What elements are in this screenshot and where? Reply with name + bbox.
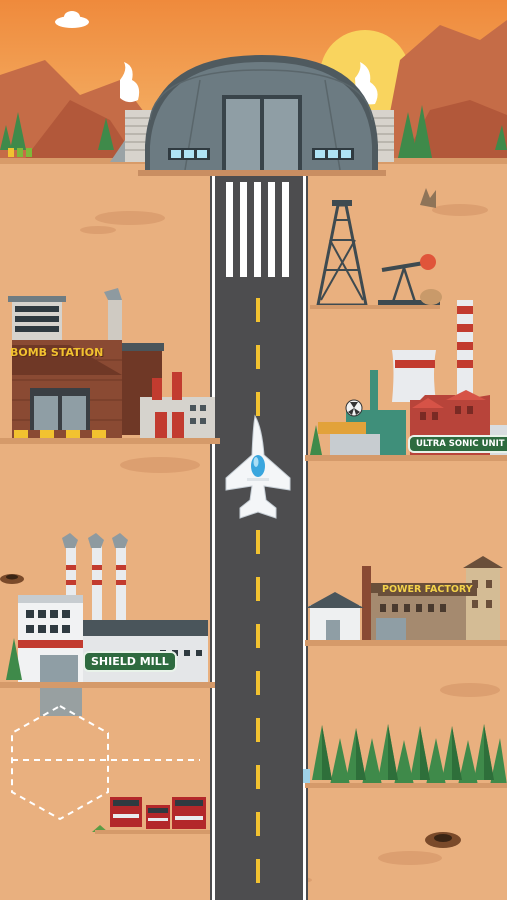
ultra-sonic-unit-sign: ULTRA SONIC UNIT bbox=[408, 435, 507, 453]
rock bbox=[420, 289, 442, 305]
shield-mill-sign: SHIELD MILL bbox=[83, 651, 177, 672]
hole-left bbox=[0, 574, 24, 584]
water-barrel bbox=[303, 769, 310, 783]
bomb-station-label: BOMB STATION bbox=[10, 346, 104, 359]
runway bbox=[210, 176, 308, 900]
hole-right bbox=[425, 832, 461, 848]
barrels-left bbox=[8, 148, 32, 157]
power-factory-label: POWER FACTORY bbox=[378, 583, 477, 596]
